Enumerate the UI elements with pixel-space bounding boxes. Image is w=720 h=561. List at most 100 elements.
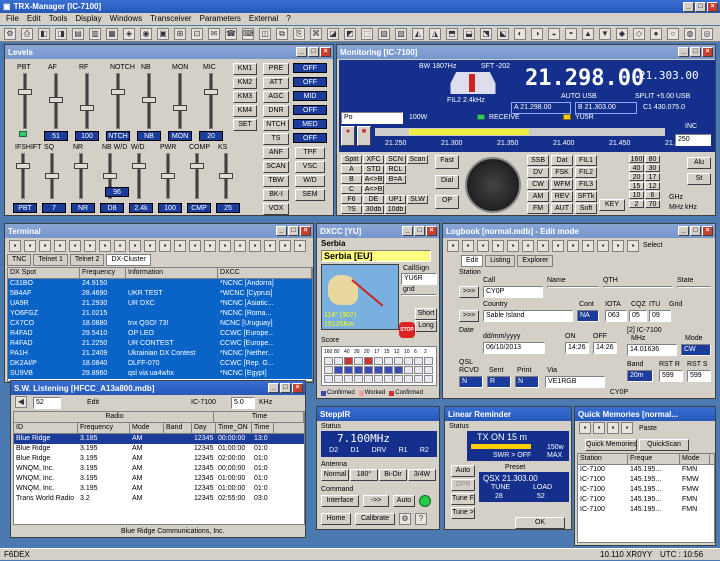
stop-sign[interactable]: STOP — [399, 322, 415, 338]
power-selector[interactable]: Po — [341, 112, 403, 124]
swl-column-header[interactable]: Band — [164, 423, 192, 433]
auto-button[interactable]: Auto — [393, 495, 415, 507]
mode-button[interactable]: Dat — [551, 155, 573, 166]
table-row[interactable]: DK2AI/P 18.0840 DLFF-070 CCWC [Rep. G... — [8, 359, 312, 369]
edit-label[interactable]: Edit — [87, 398, 99, 407]
toolbar-icon[interactable]: ▨ — [395, 28, 407, 40]
logbook-toolbar-icon[interactable]: ▪ — [537, 240, 549, 252]
toolbar-icon[interactable]: ◐ — [514, 28, 526, 40]
toolbar-icon[interactable]: ◑ — [531, 28, 543, 40]
table-row[interactable]: IC-7100 145.195... FMN — [578, 505, 714, 515]
terminal-toolbar-icon[interactable]: ▪ — [69, 240, 81, 252]
km-button[interactable]: KM3 — [233, 91, 257, 103]
swl-maximize[interactable]: □ — [280, 383, 291, 393]
logbook-toolbar-icon[interactable]: ▪ — [552, 240, 564, 252]
toolbar-icon[interactable]: ⊡ — [191, 28, 203, 40]
band-key[interactable]: 30 — [645, 164, 660, 172]
tab-quickscan[interactable]: QuickScan — [639, 439, 689, 451]
band-key[interactable]: 17 — [645, 173, 660, 181]
table-row[interactable]: WNQM, Inc. 3.195 AM 12345 01:00:00 01:0 — [14, 484, 304, 494]
step-input[interactable]: 5.0 — [231, 397, 255, 409]
mon-grid-button[interactable]: RCL — [385, 165, 406, 174]
mode-button[interactable]: FIL3 — [575, 179, 597, 190]
toolbar-icon[interactable]: ⬔ — [480, 28, 492, 40]
mon-grid-button[interactable]: UP1 — [385, 195, 406, 204]
toolbar-icon[interactable]: ✉ — [208, 28, 220, 40]
toolbar-icon[interactable]: ▲ — [582, 28, 594, 40]
terminal-toolbar-icon[interactable]: ▪ — [219, 240, 231, 252]
table-row[interactable]: CX7CO 18.0880 tnx QSO! 73! NCNC [Uruguay] — [8, 319, 312, 329]
level-button-dnr[interactable]: DNR — [263, 105, 289, 117]
toolbar-icon[interactable]: ◇ — [633, 28, 645, 40]
level-button-att[interactable]: ATT — [263, 77, 289, 89]
band-key[interactable]: 80 — [645, 155, 660, 163]
menu-x[interactable]: ? — [286, 13, 290, 25]
levels-close[interactable]: × — [320, 47, 331, 57]
stop-button[interactable]: ■ — [357, 126, 371, 146]
swl-column-header[interactable]: Frequency — [78, 423, 130, 433]
menu-tools[interactable]: Tools — [49, 13, 68, 25]
logbook-minimize[interactable]: _ — [678, 226, 689, 236]
antenna-mode-button[interactable]: 180° — [350, 469, 378, 481]
key-button[interactable]: KEY — [599, 199, 625, 211]
level-slider-thumb[interactable] — [45, 173, 59, 179]
table-row[interactable]: IC-7100 145.195... FMN — [578, 465, 714, 475]
toolbar-icon[interactable]: ▦ — [106, 28, 118, 40]
terminal-toolbar-icon[interactable]: ▪ — [24, 240, 36, 252]
minimize-button[interactable]: _ — [683, 1, 694, 12]
linear-ok-button[interactable]: OK — [515, 517, 565, 529]
terminal-toolbar-icon[interactable]: ▪ — [204, 240, 216, 252]
via-input[interactable]: VE1RGB — [545, 376, 605, 388]
km-button[interactable]: KM4 — [233, 105, 257, 117]
rec-button[interactable]: ● — [341, 126, 355, 146]
spot-column-header[interactable]: DXCC — [218, 268, 312, 278]
toolbar-icon[interactable]: ▧ — [378, 28, 390, 40]
mon-grid-button[interactable]: 30db — [363, 205, 384, 214]
call-input[interactable]: CY0P — [483, 286, 543, 298]
toolbar-icon[interactable]: ◨ — [55, 28, 67, 40]
on-input[interactable]: 14:26 — [565, 342, 589, 354]
terminal-toolbar-icon[interactable]: ▪ — [159, 240, 171, 252]
mon-grid-button[interactable]: DE — [363, 195, 384, 204]
band-select[interactable]: 20m — [627, 370, 653, 382]
mode-button[interactable]: FIL1 — [575, 155, 597, 166]
swl-column-header[interactable]: Mode — [130, 423, 164, 433]
monitoring-maximize[interactable]: □ — [690, 47, 701, 57]
mhz-input[interactable]: 14.01636 — [627, 344, 677, 356]
band-key[interactable]: 40 — [629, 164, 644, 172]
mode-button[interactable]: FM — [527, 203, 549, 214]
band-key[interactable]: 6 — [645, 191, 660, 199]
logbook-tab-explorer[interactable]: Explorer — [517, 255, 554, 267]
level-dropdown[interactable]: OFF — [293, 105, 327, 115]
table-row[interactable]: UA9R 21.2930 UR DXC *NCNC [Asiatic... — [8, 299, 312, 309]
logbook-toolbar-icon[interactable]: ▪ — [507, 240, 519, 252]
mode-button[interactable]: AM — [527, 191, 549, 202]
menu-parameters[interactable]: Parameters — [200, 13, 241, 25]
sent-select[interactable]: R — [487, 376, 511, 388]
long-path-button[interactable]: Long — [415, 320, 437, 332]
toolbar-icon[interactable]: ◆ — [616, 28, 628, 40]
table-row[interactable]: YO6FGZ 21.0215 *NCNC [Roma... — [8, 309, 312, 319]
antenna-mode-button[interactable]: 3/4W — [408, 469, 436, 481]
mode-button[interactable]: CW — [527, 179, 549, 190]
mon-grid-button[interactable]: B — [341, 175, 362, 184]
table-row[interactable]: Blue Ridge 3.195 AM 12345 02:00:00 01:0 — [14, 454, 304, 464]
antenna-mode-button[interactable]: Bi-Dir — [379, 469, 407, 481]
toolbar-icon[interactable]: ⎘ — [293, 28, 305, 40]
mon-grid-button[interactable]: SCN — [385, 155, 406, 164]
table-row[interactable]: WNQM, Inc. 3.195 AM 12345 00:00:00 01:0 — [14, 464, 304, 474]
toolbar-icon[interactable]: ⧉ — [276, 28, 288, 40]
qmem-column-header[interactable]: Freque — [628, 454, 680, 464]
mode-button[interactable]: AUT — [551, 203, 573, 214]
terminal-toolbar-icon[interactable]: ▪ — [294, 240, 306, 252]
table-row[interactable]: PA1H 21.2409 Ukrainian DX Contest *NCNC [Ne… — [8, 349, 312, 359]
logbook-toolbar-icon[interactable]: ▪ — [492, 240, 504, 252]
mon-grid-button[interactable]: Scan — [407, 155, 428, 164]
callsign-input[interactable]: YU6R — [401, 273, 437, 285]
mon-grid-button[interactable]: B=A — [385, 175, 406, 184]
level-button-tbw[interactable]: TBW — [263, 175, 289, 187]
mon-grid-button[interactable]: A<>B — [363, 175, 384, 184]
qmem-toolbar-icon[interactable]: ▪ — [593, 422, 605, 434]
mode-button[interactable]: FIL2 — [575, 167, 597, 178]
menu-display[interactable]: Display — [75, 13, 101, 25]
